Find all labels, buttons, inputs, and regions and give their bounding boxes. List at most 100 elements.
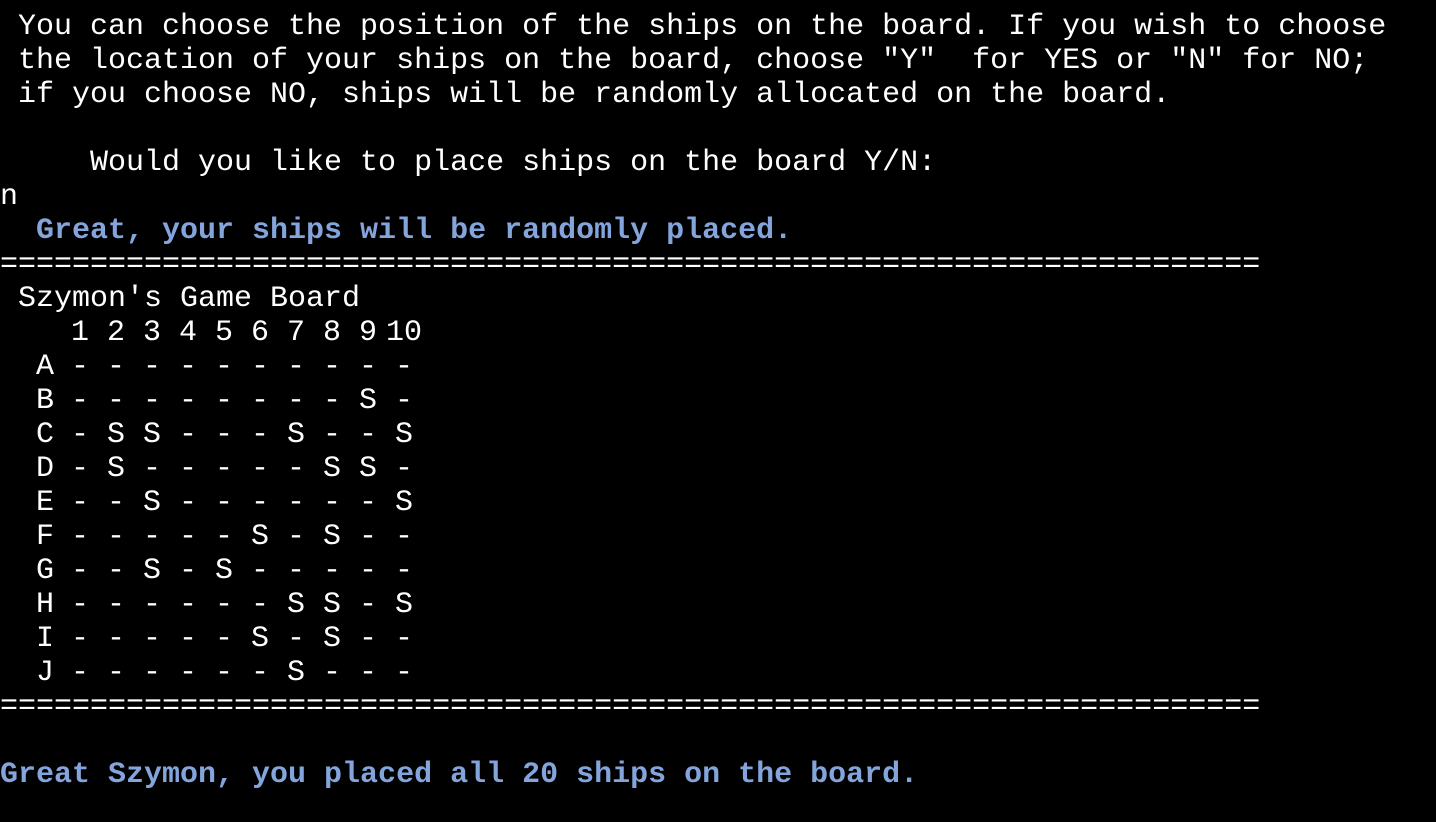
empty-cell: - (214, 384, 233, 418)
empty-cell: - (178, 554, 197, 588)
empty-cell: - (106, 384, 125, 418)
ship-cell: S (142, 554, 161, 588)
empty-cell: - (394, 520, 413, 554)
intro-line-1: You can choose the position of the ships… (0, 10, 1387, 44)
empty-cell: - (214, 418, 233, 452)
empty-cell: - (106, 486, 125, 520)
empty-cell: - (70, 418, 89, 452)
ship-cell: S (394, 418, 413, 452)
empty-cell: - (286, 452, 305, 486)
empty-cell: - (322, 418, 341, 452)
column-header-3: 3 (142, 316, 161, 350)
row-label-A: A (36, 350, 55, 384)
empty-cell: - (250, 486, 269, 520)
empty-cell: - (178, 520, 197, 554)
random-placement-message: Great, your ships will be randomly place… (0, 214, 793, 248)
empty-cell: - (106, 588, 125, 622)
row-label-F: F (36, 520, 55, 554)
empty-cell: - (142, 588, 161, 622)
row-label-C: C (36, 418, 55, 452)
empty-cell: - (358, 418, 377, 452)
ship-cell: S (286, 418, 305, 452)
empty-cell: - (178, 452, 197, 486)
empty-cell: - (70, 622, 89, 656)
ship-cell: S (250, 520, 269, 554)
ship-cell: S (106, 452, 125, 486)
ship-cell: S (394, 486, 413, 520)
empty-cell: - (358, 588, 377, 622)
intro-line-3: if you choose NO, ships will be randomly… (0, 78, 1171, 112)
empty-cell: - (250, 384, 269, 418)
empty-cell: - (394, 554, 413, 588)
empty-cell: - (70, 486, 89, 520)
empty-cell: - (286, 554, 305, 588)
column-header-6: 6 (250, 316, 269, 350)
empty-cell: - (142, 350, 161, 384)
empty-cell: - (250, 656, 269, 690)
empty-cell: - (358, 656, 377, 690)
ship-cell: S (394, 588, 413, 622)
ship-cell: S (358, 452, 377, 486)
separator-top: ========================================… (0, 248, 1261, 282)
empty-cell: - (322, 656, 341, 690)
row-label-G: G (36, 554, 55, 588)
row-label-I: I (36, 622, 55, 656)
empty-cell: - (358, 350, 377, 384)
column-header-9: 9 (358, 316, 377, 350)
empty-cell: - (70, 520, 89, 554)
row-label-D: D (36, 452, 55, 486)
empty-cell: - (214, 622, 233, 656)
empty-cell: - (286, 622, 305, 656)
empty-cell: - (214, 452, 233, 486)
empty-cell: - (214, 588, 233, 622)
empty-cell: - (250, 350, 269, 384)
empty-cell: - (358, 554, 377, 588)
empty-cell: - (142, 656, 161, 690)
ship-cell: S (142, 486, 161, 520)
board-title: Szymon's Game Board (18, 282, 361, 316)
column-header-2: 2 (106, 316, 125, 350)
intro-line-2: the location of your ships on the board,… (0, 44, 1369, 78)
separator-bottom: ========================================… (0, 690, 1261, 724)
empty-cell: - (106, 554, 125, 588)
empty-cell: - (106, 622, 125, 656)
empty-cell: - (322, 350, 341, 384)
ship-cell: S (322, 452, 341, 486)
empty-cell: - (322, 486, 341, 520)
empty-cell: - (358, 622, 377, 656)
empty-cell: - (142, 622, 161, 656)
empty-cell: - (286, 520, 305, 554)
empty-cell: - (250, 588, 269, 622)
empty-cell: - (286, 384, 305, 418)
ship-cell: S (286, 656, 305, 690)
empty-cell: - (70, 452, 89, 486)
ship-cell: S (214, 554, 233, 588)
empty-cell: - (106, 520, 125, 554)
empty-cell: - (178, 622, 197, 656)
ship-cell: S (250, 622, 269, 656)
empty-cell: - (178, 656, 197, 690)
empty-cell: - (214, 350, 233, 384)
row-label-B: B (36, 384, 55, 418)
empty-cell: - (358, 520, 377, 554)
empty-cell: - (394, 350, 413, 384)
column-header-5: 5 (214, 316, 233, 350)
ship-cell: S (142, 418, 161, 452)
user-input-line[interactable]: n (0, 180, 18, 214)
ship-cell: S (106, 418, 125, 452)
empty-cell: - (250, 418, 269, 452)
empty-cell: - (250, 452, 269, 486)
empty-cell: - (178, 486, 197, 520)
column-header-7: 7 (286, 316, 305, 350)
empty-cell: - (70, 350, 89, 384)
empty-cell: - (394, 622, 413, 656)
column-header-8: 8 (322, 316, 341, 350)
empty-cell: - (106, 656, 125, 690)
row-label-J: J (36, 656, 55, 690)
empty-cell: - (214, 520, 233, 554)
empty-cell: - (142, 384, 161, 418)
ship-cell: S (322, 520, 341, 554)
terminal-window[interactable]: You can choose the position of the ships… (0, 0, 1436, 822)
empty-cell: - (106, 350, 125, 384)
empty-cell: - (286, 350, 305, 384)
